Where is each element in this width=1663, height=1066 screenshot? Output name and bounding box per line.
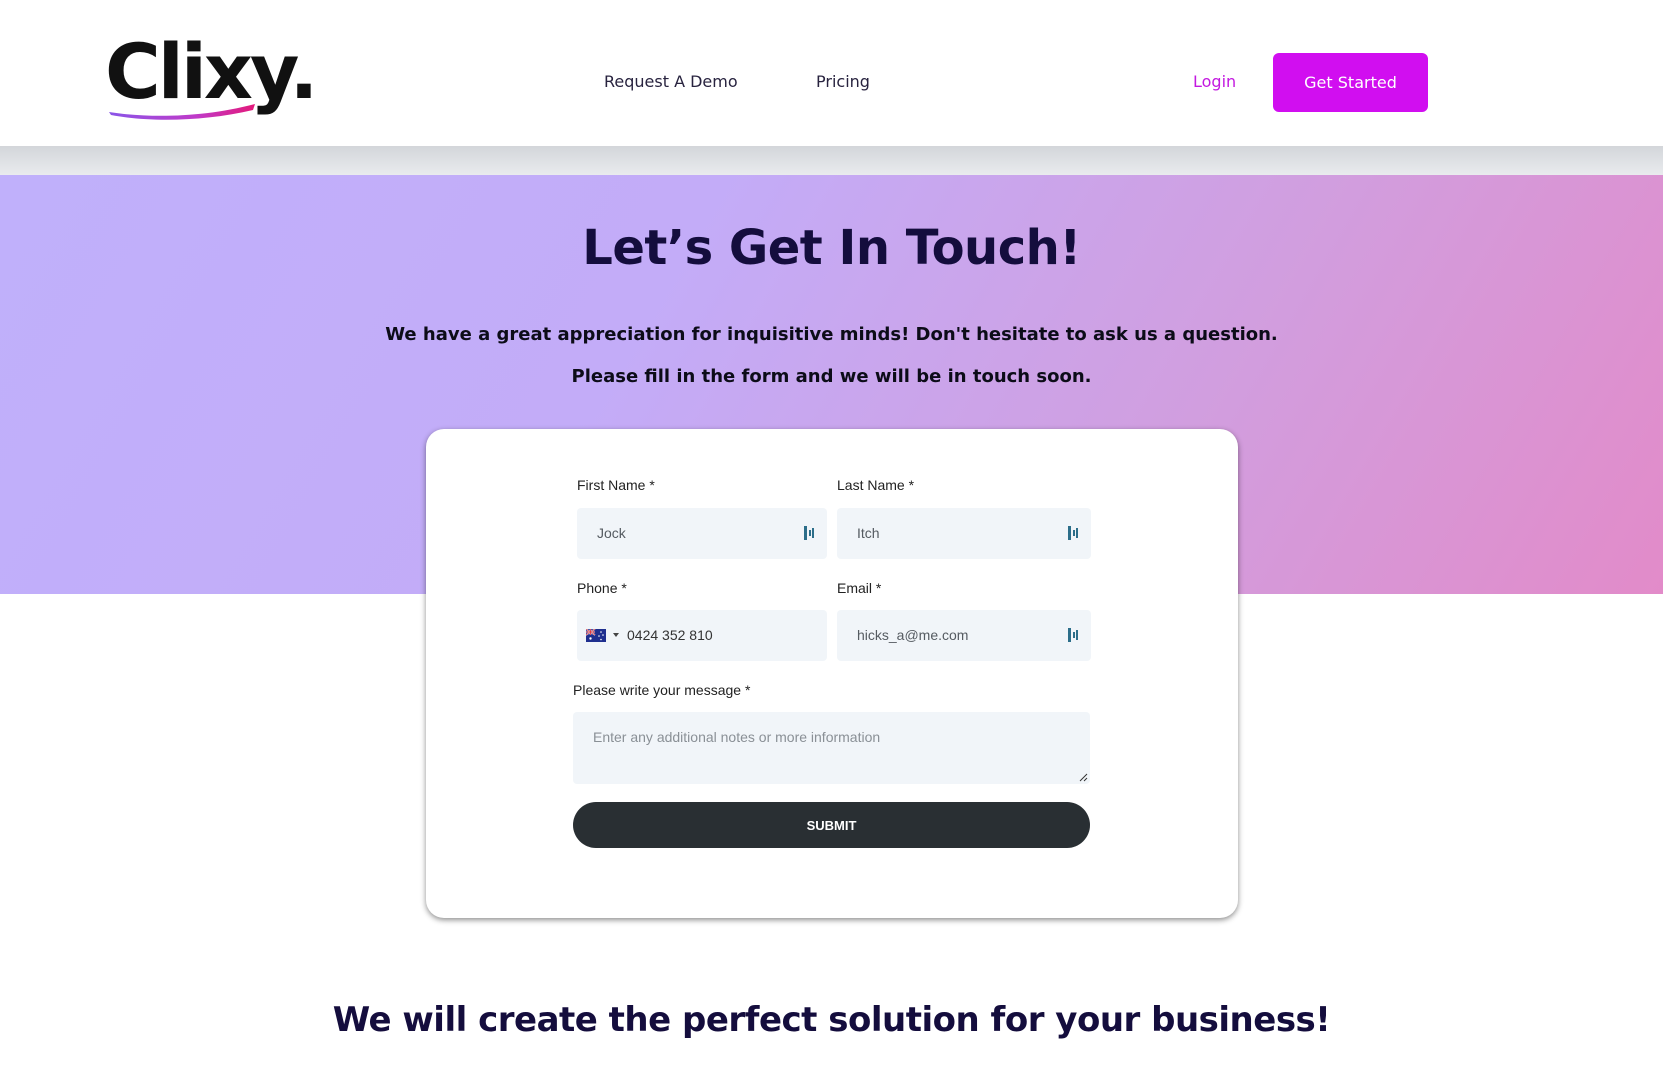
submit-button[interactable]: SUBMIT [573, 802, 1090, 848]
email-field[interactable]: hicks_a@me.com [837, 610, 1091, 661]
resize-grip-icon[interactable] [1078, 772, 1088, 782]
message-placeholder: Enter any additional notes or more infor… [593, 729, 881, 745]
email-value: hicks_a@me.com [857, 627, 969, 643]
hero-subtitle-1: We have a great appreciation for inquisi… [385, 324, 1278, 345]
first-name-label: First Name * [577, 477, 655, 493]
email-label: Email * [837, 580, 882, 596]
get-started-button[interactable]: Get Started [1273, 53, 1428, 112]
logo-swoosh-icon [109, 104, 255, 120]
contact-form-card: First Name * Jock Last Name * Itch Phone… [426, 429, 1238, 918]
hero-subtitle-2: Please fill in the form and we will be i… [571, 366, 1092, 387]
nav-request-demo[interactable]: Request A Demo [604, 72, 738, 91]
last-name-label: Last Name * [837, 477, 915, 493]
last-name-value: Itch [857, 525, 880, 541]
nav-login[interactable]: Login [1193, 72, 1236, 91]
phone-label: Phone * [577, 580, 627, 596]
first-name-value: Jock [597, 525, 626, 541]
hero-title: Let’s Get In Touch! [582, 220, 1081, 276]
autofill-icon [804, 526, 814, 540]
message-label: Please write your message * [573, 682, 751, 698]
phone-value: 0424 352 810 [627, 627, 713, 643]
australia-flag-icon[interactable] [586, 629, 606, 642]
last-name-field[interactable]: Itch [837, 508, 1091, 559]
site-header: Clixy. Request A Demo Pricing Login Get … [0, 0, 1663, 146]
first-name-field[interactable]: Jock [577, 508, 827, 559]
message-textarea[interactable]: Enter any additional notes or more infor… [573, 712, 1090, 784]
nav-pricing[interactable]: Pricing [816, 72, 870, 91]
autofill-icon [1068, 526, 1078, 540]
section-title: We will create the perfect solution for … [332, 1000, 1331, 1040]
chevron-down-icon[interactable] [613, 633, 619, 637]
phone-field[interactable]: 0424 352 810 [577, 610, 827, 661]
header-shadow [0, 146, 1663, 175]
clixy-logo[interactable]: Clixy. [105, 34, 325, 126]
autofill-icon [1068, 628, 1078, 642]
